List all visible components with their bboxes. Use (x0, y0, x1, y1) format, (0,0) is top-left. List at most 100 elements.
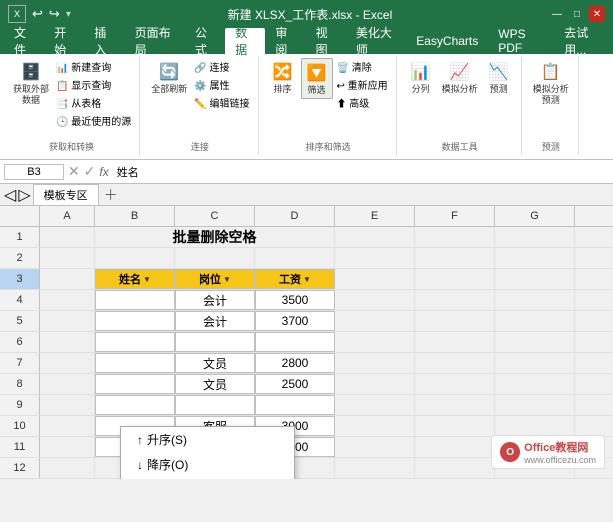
tab-view[interactable]: 视图 (306, 28, 346, 54)
col-header-f[interactable]: F (415, 206, 495, 226)
formula-input[interactable] (113, 165, 609, 179)
cell-b1-merge[interactable]: 批量删除空格 (95, 227, 335, 247)
sheet-tab-template[interactable]: 模板专区 (33, 184, 99, 205)
cell-g8[interactable] (495, 374, 575, 394)
tab-trial[interactable]: 去试用... (554, 28, 613, 54)
cell-d7[interactable]: 2800 (255, 353, 335, 373)
btn-split[interactable]: 📊 分列 (405, 58, 437, 97)
cell-a12[interactable] (40, 458, 95, 478)
cell-d3-header[interactable]: 工资 ▼ (255, 269, 335, 289)
cell-b5[interactable] (95, 311, 175, 331)
col-header-c[interactable]: C (175, 206, 255, 226)
cell-g3[interactable] (495, 269, 575, 289)
cell-b8[interactable] (95, 374, 175, 394)
tab-wpspdf[interactable]: WPS PDF (488, 28, 554, 54)
cell-a5[interactable] (40, 311, 95, 331)
tab-layout[interactable]: 页面布局 (125, 28, 185, 54)
cell-a7[interactable] (40, 353, 95, 373)
cell-reference[interactable] (4, 164, 64, 180)
cell-b9[interactable] (95, 395, 175, 415)
cell-g5[interactable] (495, 311, 575, 331)
cell-f3[interactable] (415, 269, 495, 289)
cell-d8[interactable]: 2500 (255, 374, 335, 394)
cell-f5[interactable] (415, 311, 495, 331)
btn-sort[interactable]: 🔀 排序 (267, 58, 299, 97)
cell-g4[interactable] (495, 290, 575, 310)
cell-g2[interactable] (495, 248, 575, 268)
cell-e2[interactable] (335, 248, 415, 268)
tab-formula[interactable]: 公式 (185, 28, 225, 54)
cell-f6[interactable] (415, 332, 495, 352)
col-header-g[interactable]: G (495, 206, 575, 226)
btn-clear[interactable]: 🗑️ 清除 (335, 58, 390, 75)
tab-home[interactable]: 开始 (44, 28, 84, 54)
cell-b2[interactable] (95, 248, 175, 268)
cell-c8[interactable]: 文员 (175, 374, 255, 394)
cell-e6[interactable] (335, 332, 415, 352)
tab-beautify[interactable]: 美化大师 (346, 28, 406, 54)
btn-refresh-all[interactable]: 🔄 全部刷新 (148, 58, 190, 97)
menu-item-sort-asc[interactable]: ↑ 升序(S) (121, 427, 294, 452)
close-btn[interactable]: ✕ (589, 6, 605, 22)
cell-c2[interactable] (175, 248, 255, 268)
cell-f1[interactable] (415, 227, 495, 247)
col-header-e[interactable]: E (335, 206, 415, 226)
cell-f8[interactable] (415, 374, 495, 394)
btn-new-query[interactable]: 📊 新建查询 (54, 58, 133, 75)
minimize-btn[interactable]: — (549, 6, 565, 22)
cell-b6[interactable] (95, 332, 175, 352)
cell-a1[interactable] (40, 227, 95, 247)
cell-a3[interactable] (40, 269, 95, 289)
sheet-nav-right[interactable]: ▷ (18, 185, 30, 205)
btn-edit-links[interactable]: ✏️ 编辑链接 (192, 94, 251, 111)
tab-file[interactable]: 文件 (4, 28, 44, 54)
cell-f4[interactable] (415, 290, 495, 310)
cell-f12[interactable] (415, 458, 495, 478)
cell-a9[interactable] (40, 395, 95, 415)
cell-c4[interactable]: 会计 (175, 290, 255, 310)
btn-recent-sources[interactable]: 🕒 最近使用的源 (54, 112, 133, 129)
cell-d6[interactable] (255, 332, 335, 352)
cell-e11[interactable] (335, 437, 415, 457)
cell-e10[interactable] (335, 416, 415, 436)
cell-g9[interactable] (495, 395, 575, 415)
cell-g1[interactable] (495, 227, 575, 247)
cell-e4[interactable] (335, 290, 415, 310)
cell-d5[interactable]: 3700 (255, 311, 335, 331)
tab-data[interactable]: 数据 (225, 28, 265, 54)
btn-get-external-data[interactable]: 🗄️ 获取外部数据 (10, 58, 52, 108)
cell-d9[interactable] (255, 395, 335, 415)
btn-show-query[interactable]: 📋 显示查询 (54, 76, 133, 93)
cell-e1[interactable] (335, 227, 415, 247)
cell-a8[interactable] (40, 374, 95, 394)
cell-e12[interactable] (335, 458, 415, 478)
btn-advanced[interactable]: ⬆ 高级 (335, 94, 390, 111)
undo-btn[interactable]: ↩ (32, 6, 43, 22)
cell-e3[interactable] (335, 269, 415, 289)
cell-f9[interactable] (415, 395, 495, 415)
filter-arrow-d3[interactable]: ▼ (303, 275, 311, 284)
btn-forecast-sheet[interactable]: 📋 模拟分析预测 (530, 58, 572, 108)
cell-f10[interactable] (415, 416, 495, 436)
tab-easycharts[interactable]: EasyCharts (406, 28, 488, 54)
btn-reapply[interactable]: ↩ 重新应用 (335, 76, 390, 93)
cell-a10[interactable] (40, 416, 95, 436)
col-header-a[interactable]: A (40, 206, 95, 226)
cell-c9[interactable] (175, 395, 255, 415)
menu-item-sort-desc[interactable]: ↓ 降序(O) (121, 452, 294, 477)
cell-a6[interactable] (40, 332, 95, 352)
cell-g10[interactable] (495, 416, 575, 436)
cell-a4[interactable] (40, 290, 95, 310)
cell-a2[interactable] (40, 248, 95, 268)
cell-g6[interactable] (495, 332, 575, 352)
maximize-btn[interactable]: □ (569, 6, 585, 22)
filter-arrow-b3[interactable]: ▼ (143, 275, 151, 284)
cell-d2[interactable] (255, 248, 335, 268)
filter-arrow-c3[interactable]: ▼ (223, 275, 231, 284)
cell-c7[interactable]: 文员 (175, 353, 255, 373)
cell-e5[interactable] (335, 311, 415, 331)
tab-insert[interactable]: 插入 (84, 28, 124, 54)
btn-from-table[interactable]: 📑 从表格 (54, 94, 133, 111)
cell-b7[interactable] (95, 353, 175, 373)
col-header-b[interactable]: B (95, 206, 175, 226)
